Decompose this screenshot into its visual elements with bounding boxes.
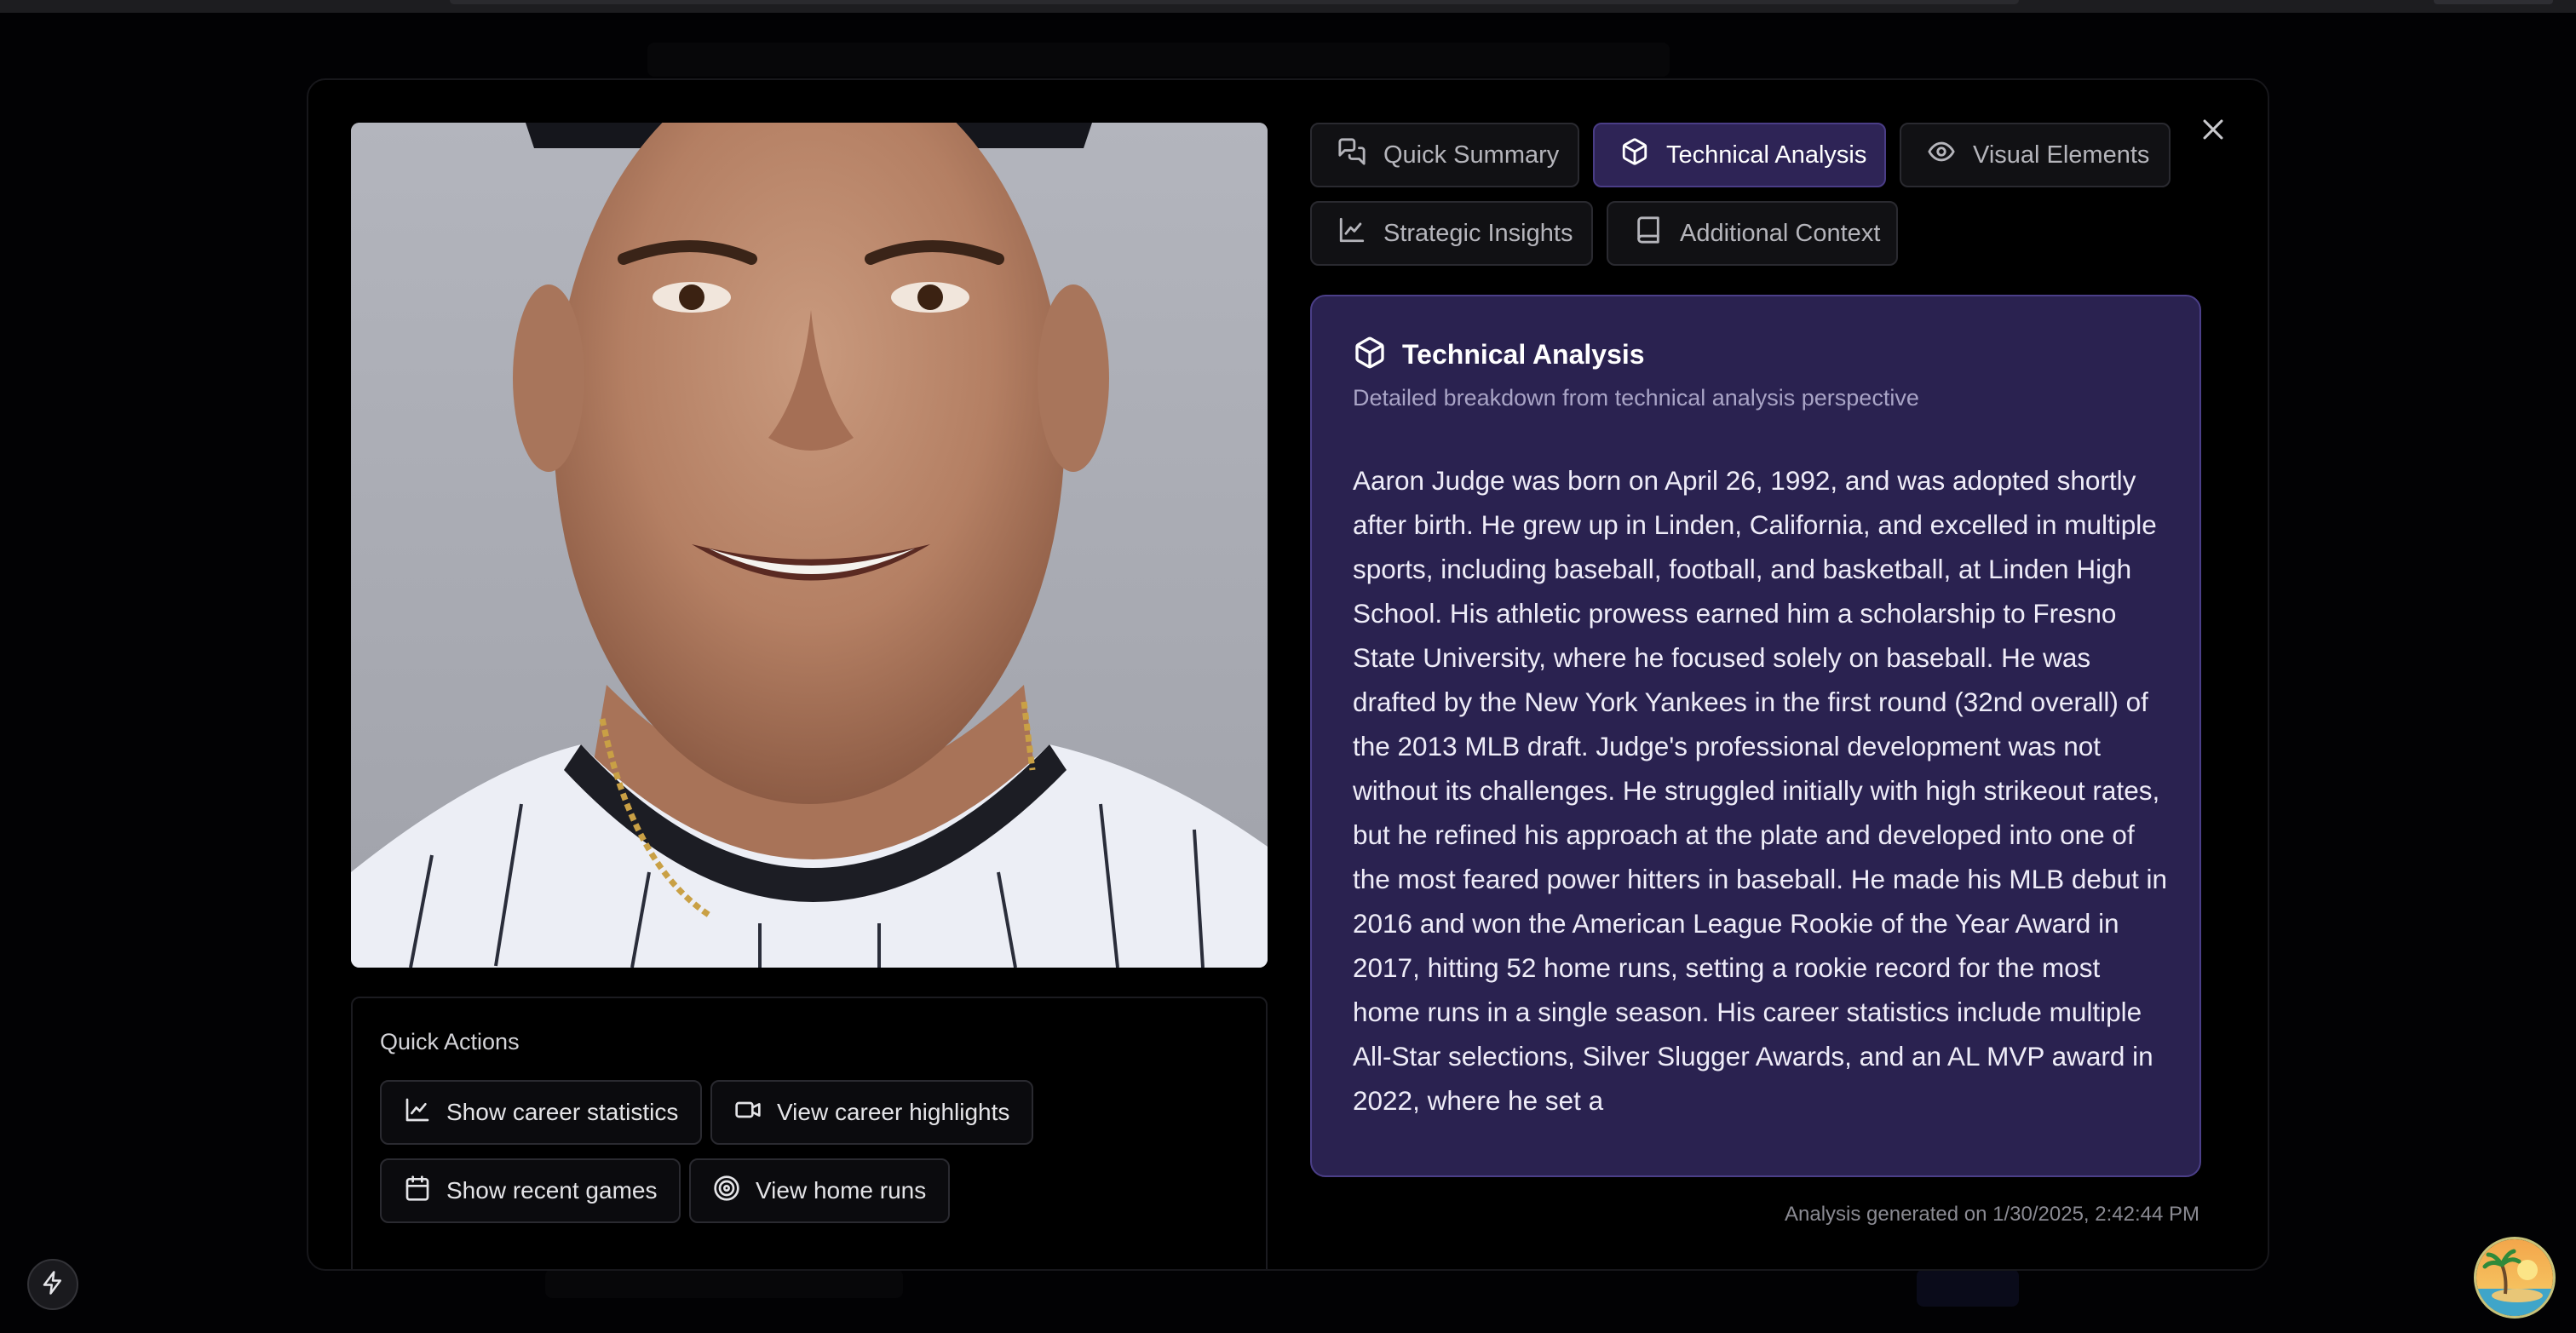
quick-actions-panel: Quick Actions Show career statistics Vie…	[351, 997, 1268, 1269]
show-recent-games-button[interactable]: Show recent games	[380, 1158, 681, 1223]
book-icon	[1634, 215, 1663, 251]
button-label: View career highlights	[777, 1099, 1010, 1125]
tab-visual-elements[interactable]: Visual Elements	[1900, 123, 2171, 187]
eye-icon	[1927, 137, 1956, 173]
tab-label: Strategic Insights	[1383, 219, 1573, 247]
analysis-content-card: Technical Analysis Detailed breakdown fr…	[1310, 295, 2201, 1177]
background-page-ghost	[545, 1269, 903, 1298]
close-icon	[2199, 115, 2228, 148]
top-right-control	[2434, 0, 2553, 4]
background-page-ghost	[647, 43, 1670, 77]
quick-actions-title: Quick Actions	[380, 1029, 520, 1054]
card-subtitle: Detailed breakdown from technical analys…	[1353, 385, 1919, 411]
cube-icon	[1620, 137, 1649, 173]
generated-timestamp: Analysis generated on 1/30/2025, 2:42:44…	[1784, 1203, 2199, 1226]
calendar-icon	[404, 1175, 431, 1208]
background-page-ghost	[1917, 1269, 2019, 1307]
lightning-bolt-icon	[40, 1270, 66, 1300]
analysis-modal: Quick Actions Show career statistics Vie…	[307, 78, 2269, 1271]
player-photo	[351, 123, 1268, 968]
tab-quick-summary[interactable]: Quick Summary	[1310, 123, 1579, 187]
line-chart-icon	[404, 1096, 431, 1129]
tab-label: Additional Context	[1680, 219, 1881, 247]
card-title: Technical Analysis	[1402, 339, 1645, 370]
bolt-button[interactable]	[27, 1259, 78, 1310]
assistant-avatar-button[interactable]	[2474, 1237, 2556, 1319]
show-career-statistics-button[interactable]: Show career statistics	[380, 1080, 703, 1145]
address-bar	[450, 0, 2019, 4]
line-chart-icon	[1337, 215, 1366, 251]
button-label: Show career statistics	[446, 1099, 679, 1125]
cube-icon	[1353, 336, 1387, 374]
browser-top-bar	[0, 0, 2576, 13]
tab-additional-context[interactable]: Additional Context	[1607, 201, 1898, 266]
button-label: View home runs	[756, 1177, 927, 1204]
video-icon	[734, 1096, 762, 1129]
card-body-text: Aaron Judge was born on April 26, 1992, …	[1353, 465, 2168, 1116]
tab-label: Technical Analysis	[1666, 141, 1867, 169]
tab-label: Quick Summary	[1383, 141, 1560, 169]
view-career-highlights-button[interactable]: View career highlights	[710, 1080, 1034, 1145]
target-icon	[713, 1175, 740, 1208]
button-label: Show recent games	[446, 1177, 658, 1204]
view-home-runs-button[interactable]: View home runs	[689, 1158, 951, 1223]
close-button[interactable]	[2193, 111, 2234, 152]
island-palm-icon	[2476, 1239, 2553, 1316]
tab-strategic-insights[interactable]: Strategic Insights	[1310, 201, 1593, 266]
tab-label: Visual Elements	[1973, 141, 2150, 169]
tab-technical-analysis[interactable]: Technical Analysis	[1593, 123, 1886, 187]
chat-bubbles-icon	[1337, 137, 1366, 173]
card-header: Technical Analysis	[1353, 336, 1645, 374]
